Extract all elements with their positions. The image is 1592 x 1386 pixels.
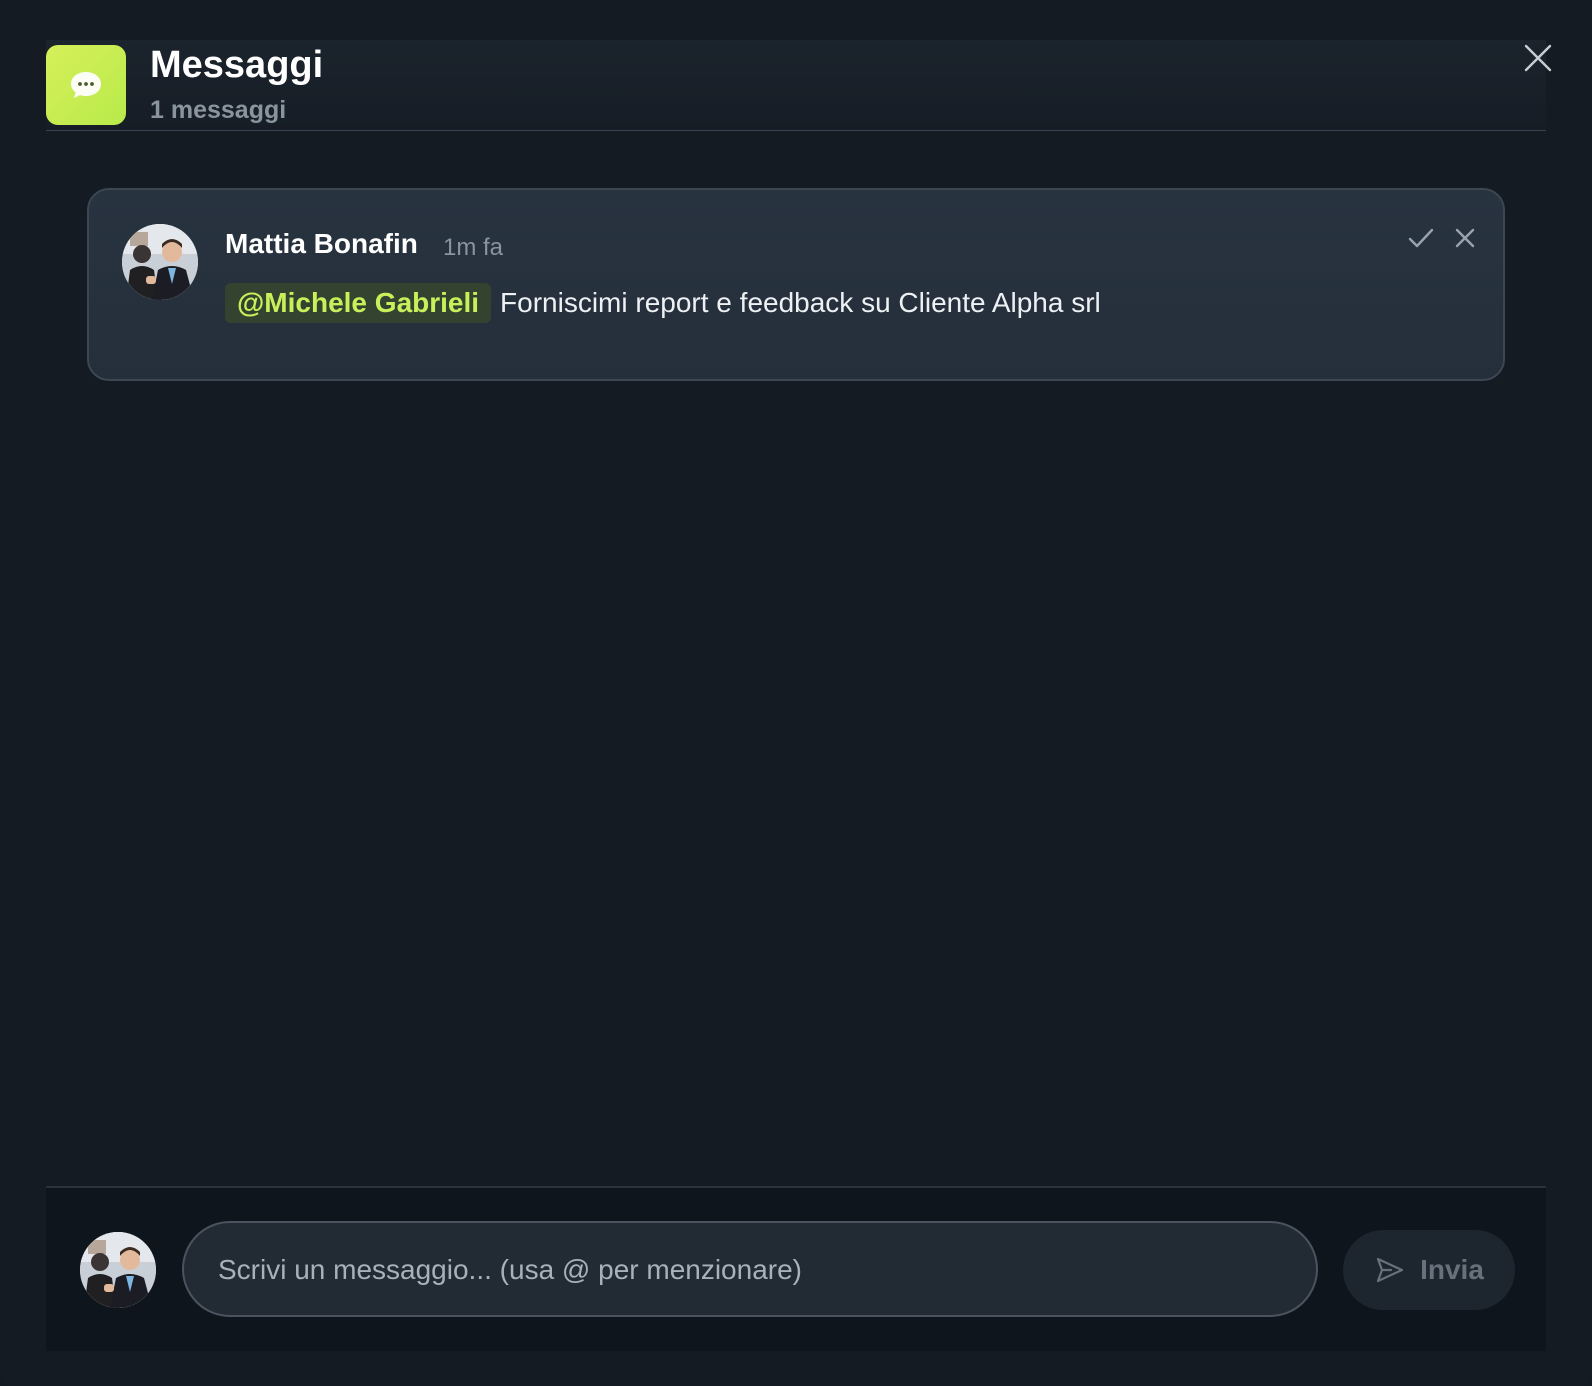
dialog-title: Messaggi	[150, 44, 324, 86]
dialog-header: Messaggi 1 messaggi	[46, 40, 1546, 131]
avatar	[80, 1232, 156, 1308]
message-input[interactable]	[216, 1223, 1290, 1317]
mention-tag[interactable]: @Michele Gabrieli	[225, 283, 492, 323]
close-icon[interactable]	[1520, 40, 1556, 76]
sender-name: Mattia Bonafin	[225, 228, 418, 259]
chat-bubble-icon	[46, 45, 126, 125]
message-card: Mattia Bonafin 1m fa @Michele Gabrieli F…	[87, 188, 1505, 381]
send-button[interactable]: Invia	[1343, 1230, 1515, 1310]
close-icon[interactable]	[1449, 222, 1481, 254]
check-icon[interactable]	[1405, 222, 1437, 254]
avatar	[122, 224, 198, 300]
send-icon	[1376, 1257, 1404, 1283]
message-body: @Michele Gabrieli Forniscimi report e fe…	[225, 283, 1101, 323]
message-time: 1m fa	[443, 234, 504, 261]
send-button-label: Invia	[1420, 1254, 1484, 1285]
messages-dialog: Messaggi 1 messaggi Mattia Bonafin 1m fa…	[0, 0, 1592, 1386]
message-input-container	[182, 1221, 1318, 1317]
composer-bar: Invia	[46, 1186, 1546, 1351]
message-count: 1 messaggi	[150, 96, 287, 124]
message-text: Forniscimi report e feedback su Cliente …	[500, 287, 1101, 318]
